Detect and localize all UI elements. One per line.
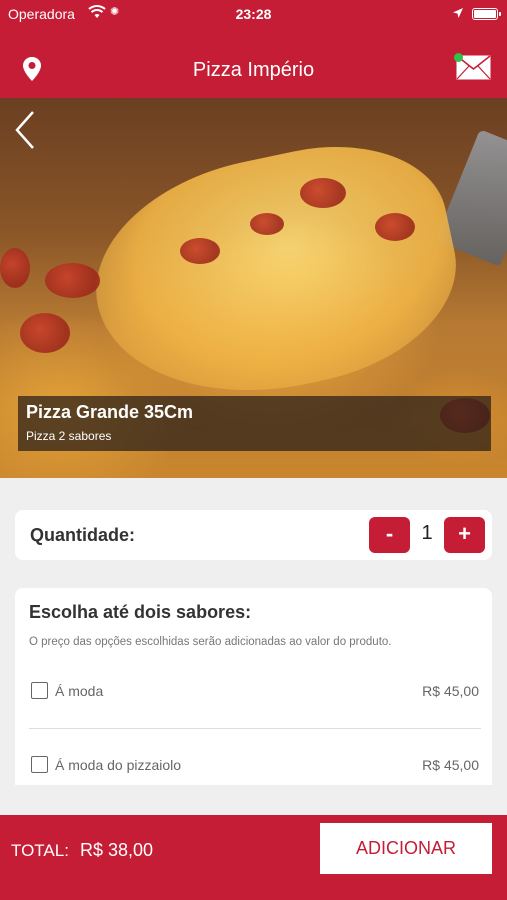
quantity-value: 1 (421, 522, 433, 544)
increment-button[interactable]: + (444, 517, 485, 553)
flavor-name: Á moda (55, 683, 104, 699)
checkbox[interactable] (31, 756, 48, 773)
location-arrow-icon (452, 6, 464, 22)
order-footer: TOTAL: R$ 38,00 ADICIONAR (0, 815, 507, 900)
total-label: TOTAL: (11, 841, 69, 860)
add-button[interactable]: ADICIONAR (320, 823, 492, 874)
decrement-button[interactable]: - (369, 517, 410, 553)
flavor-price: R$ 45,00 (422, 683, 479, 699)
flavor-price: R$ 45,00 (422, 757, 479, 773)
product-caption: Pizza Grande 35Cm Pizza 2 sabores (18, 396, 491, 451)
quantity-label: Quantidade: (30, 525, 136, 545)
flavors-hint: O preço das opções escolhidas serão adic… (29, 636, 392, 648)
flavor-option[interactable]: Á moda R$ 45,00 (29, 678, 479, 708)
total-value: R$ 38,00 (80, 840, 154, 860)
page-title: Pizza Império (192, 59, 315, 81)
status-time: 23:28 (235, 6, 272, 22)
flavor-option[interactable]: Á moda do pizzaiolo R$ 45,00 (29, 752, 479, 782)
nav-bar: Pizza Império (0, 28, 507, 98)
product-name: Pizza Grande 35Cm (26, 402, 194, 422)
flavors-card: Escolha até dois sabores: O preço das op… (15, 588, 492, 785)
notification-dot (454, 53, 463, 62)
product-image: Pizza Grande 35Cm Pizza 2 sabores (0, 98, 507, 478)
product-subtitle: Pizza 2 sabores (26, 429, 112, 443)
quantity-card: Quantidade: - 1 + (15, 510, 492, 560)
divider (29, 728, 481, 729)
checkbox[interactable] (31, 682, 48, 699)
back-chevron-icon[interactable] (14, 110, 36, 155)
flavor-name: Á moda do pizzaiolo (55, 757, 182, 773)
pizza-slice-image (75, 123, 475, 423)
status-bar: Operadora ✺ 23:28 (0, 0, 507, 28)
battery-icon (472, 8, 501, 20)
flavors-heading: Escolha até dois sabores: (29, 602, 252, 622)
